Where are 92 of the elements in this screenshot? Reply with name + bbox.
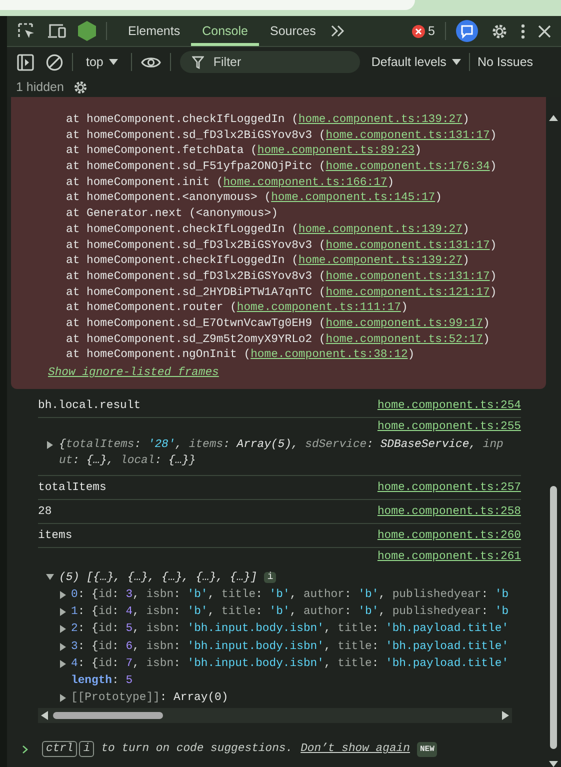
array-entry[interactable]: 3: {id: 6, isbn: 'bh.input.body.isbn', title: 'bh.payload.title' — [71, 640, 509, 653]
source-link[interactable]: home.component.ts:111:17 — [236, 302, 401, 314]
source-link[interactable]: home.component.ts:255 — [377, 421, 521, 433]
stack-frame-line: at homeComponent.router (home.component.ts:111:17) — [65, 301, 409, 316]
panel-tab[interactable]: Sources — [258, 16, 327, 46]
error-counter[interactable]: 5 — [412, 24, 435, 38]
prototype-property[interactable]: [[Prototype]]: Array(0) — [71, 692, 228, 704]
source-link[interactable]: home.component.ts:257 — [377, 482, 521, 494]
settings-icon[interactable] — [72, 80, 88, 94]
stack-frame-line: at homeComponent.init (home.component.ts:166:17) — [65, 176, 396, 191]
hint-text: to turn on code suggestions. — [101, 743, 293, 756]
source-link[interactable]: home.component.ts:139:27 — [298, 224, 462, 236]
hexagon-icon[interactable] — [78, 21, 96, 41]
array-entry[interactable]: 0: {id: 3, isbn: 'b', title: 'b', author: 'b', publishedyear: 'b — [71, 588, 509, 601]
stack-frame-line: at homeComponent.sd_E7OtwnVcawTg0EH9 (home.component.ts:99:17) — [65, 316, 491, 332]
source-link[interactable]: home.component.ts:176:34 — [326, 161, 490, 174]
scroll-right-icon[interactable] — [502, 711, 509, 720]
source-link[interactable]: home.component.ts:139:27 — [298, 114, 462, 126]
source-link[interactable]: home.component.ts:89:23 — [257, 145, 415, 158]
device-toolbar-icon[interactable] — [47, 23, 66, 39]
expand-triangle-icon[interactable] — [60, 625, 66, 634]
scroll-up-icon[interactable] — [549, 115, 558, 121]
expand-triangle-icon[interactable] — [46, 574, 54, 581]
array-entry[interactable]: 4: {id: 7, isbn: 'bh.input.body.isbn', title: 'bh.payload.title' — [71, 658, 509, 670]
source-link[interactable]: home.component.ts:166:17 — [223, 176, 388, 189]
source-link[interactable]: home.component.ts:261 — [377, 551, 521, 563]
source-link[interactable]: home.component.ts:260 — [377, 530, 521, 542]
array-summary[interactable]: (5) [{…}, {…}, {…}, {…}, {…}] — [59, 572, 258, 584]
caret-icon — [109, 59, 118, 65]
source-link[interactable]: home.component.ts:139:27 — [298, 255, 462, 268]
scroll-down-icon[interactable] — [549, 761, 558, 767]
more-options-icon[interactable] — [521, 24, 525, 38]
context-dropdown[interactable]: top — [82, 53, 122, 71]
log-message: items — [38, 530, 72, 542]
log-message: bh.local.result — [38, 400, 141, 412]
stack-frame-line: at homeComponent.sd_2HYDBiPTW1A7qnTC (home.component.ts:121:17) — [65, 286, 498, 301]
source-link[interactable]: home.component.ts:99:17 — [326, 318, 483, 330]
inspect-icon[interactable] — [18, 22, 35, 40]
issues-button[interactable]: No Issues — [477, 55, 534, 69]
ai-assistant-icon[interactable] — [456, 20, 478, 42]
source-link[interactable]: home.component.ts:258 — [377, 506, 521, 518]
object-preview[interactable]: {totalItems: '28', items: Array(5), sdService: SDBaseService, input: {…}, local: {…}} — [59, 437, 506, 469]
stack-frame-line: at homeComponent.sd_F51yfpa2ONOjPitc (home.component.ts:176:34) — [65, 160, 498, 176]
array-entry[interactable]: 1: {id: 4, isbn: 'b', title: 'b', author: 'b', publishedyear: 'b — [71, 606, 509, 618]
scroll-left-icon[interactable] — [41, 711, 48, 720]
source-link[interactable]: home.component.ts:145:17 — [271, 192, 436, 204]
stack-frame-line: at homeComponent.checkIfLoggedIn (home.component.ts:139:27) — [65, 222, 470, 238]
prompt-chevron-icon — [22, 744, 28, 754]
keyboard-key: ctrl — [42, 741, 78, 758]
stack-frame-line: at homeComponent.sd_Z9m5t2omyX9YRLo2 (home.component.ts:52:17) — [65, 332, 491, 348]
stack-frame-line: at Generator.next (<anonymous>) — [65, 207, 279, 222]
length-property: length: 5 — [71, 675, 133, 688]
array-entry[interactable]: 2: {id: 5, isbn: 'bh.input.body.isbn', title: 'bh.payload.title' — [71, 623, 509, 636]
log-message: 28 — [38, 506, 52, 518]
error-count: 5 — [428, 24, 435, 38]
source-link[interactable]: home.component.ts:254 — [377, 400, 521, 412]
horizontal-scrollbar[interactable] — [38, 708, 512, 724]
stack-frame-line: at homeComponent.checkIfLoggedIn (home.component.ts:139:27) — [65, 254, 470, 270]
caret-icon — [452, 59, 462, 65]
source-link[interactable]: home.component.ts:131:17 — [326, 240, 490, 252]
source-link[interactable]: home.component.ts:38:12 — [250, 349, 408, 362]
source-link[interactable]: home.component.ts:131:17 — [326, 270, 490, 283]
show-frames-link[interactable]: Show ignore-listed frames — [48, 367, 219, 379]
stack-frame-line: at homeComponent.sd_fD3lx2BiGSYov8v3 (home.component.ts:131:17) — [65, 270, 498, 285]
expand-triangle-icon[interactable] — [60, 694, 66, 702]
stack-frame-line: at homeComponent.<anonymous> (home.component.ts:145:17) — [65, 191, 443, 206]
stack-frame-line: at homeComponent.ngOnInit (home.component.ts:38:12) — [65, 348, 416, 364]
expand-triangle-icon[interactable] — [46, 441, 54, 449]
clear-console-icon[interactable] — [46, 54, 63, 70]
filter-icon — [192, 56, 204, 69]
error-icon — [412, 24, 426, 38]
hidden-count: 1 hidden — [16, 80, 64, 94]
source-link[interactable]: home.component.ts:121:17 — [326, 286, 490, 299]
dismiss-hint-link[interactable]: Don’t show again — [300, 743, 410, 756]
source-link[interactable]: home.component.ts:131:17 — [326, 130, 490, 142]
info-badge: i — [264, 572, 276, 583]
panel-tab[interactable]: Elements — [117, 16, 192, 46]
log-levels-dropdown[interactable]: Default levels — [367, 53, 466, 71]
settings-icon[interactable] — [491, 22, 508, 40]
stack-frame-line: at homeComponent.sd_fD3lx2BiGSYov8v3 (home.component.ts:131:17) — [65, 128, 498, 144]
more-tabs-icon[interactable] — [330, 25, 345, 37]
source-link[interactable]: home.component.ts:52:17 — [326, 334, 483, 346]
keyboard-key: i — [79, 741, 94, 758]
stack-frame-line: at homeComponent.checkIfLoggedIn (home.component.ts:139:27) — [65, 113, 470, 128]
stack-frame-line: at homeComponent.fetchData (home.component.ts:89:23) — [65, 144, 422, 160]
close-icon[interactable] — [538, 24, 551, 38]
sidebar-icon[interactable] — [17, 54, 34, 70]
new-badge: NEW — [416, 742, 438, 757]
filter-field[interactable]: Filter — [180, 51, 360, 73]
eye-icon[interactable] — [141, 56, 162, 68]
log-message: totalItems — [38, 482, 106, 494]
stack-frame-line: at homeComponent.sd_fD3lx2BiGSYov8v3 (home.component.ts:131:17) — [65, 238, 498, 254]
